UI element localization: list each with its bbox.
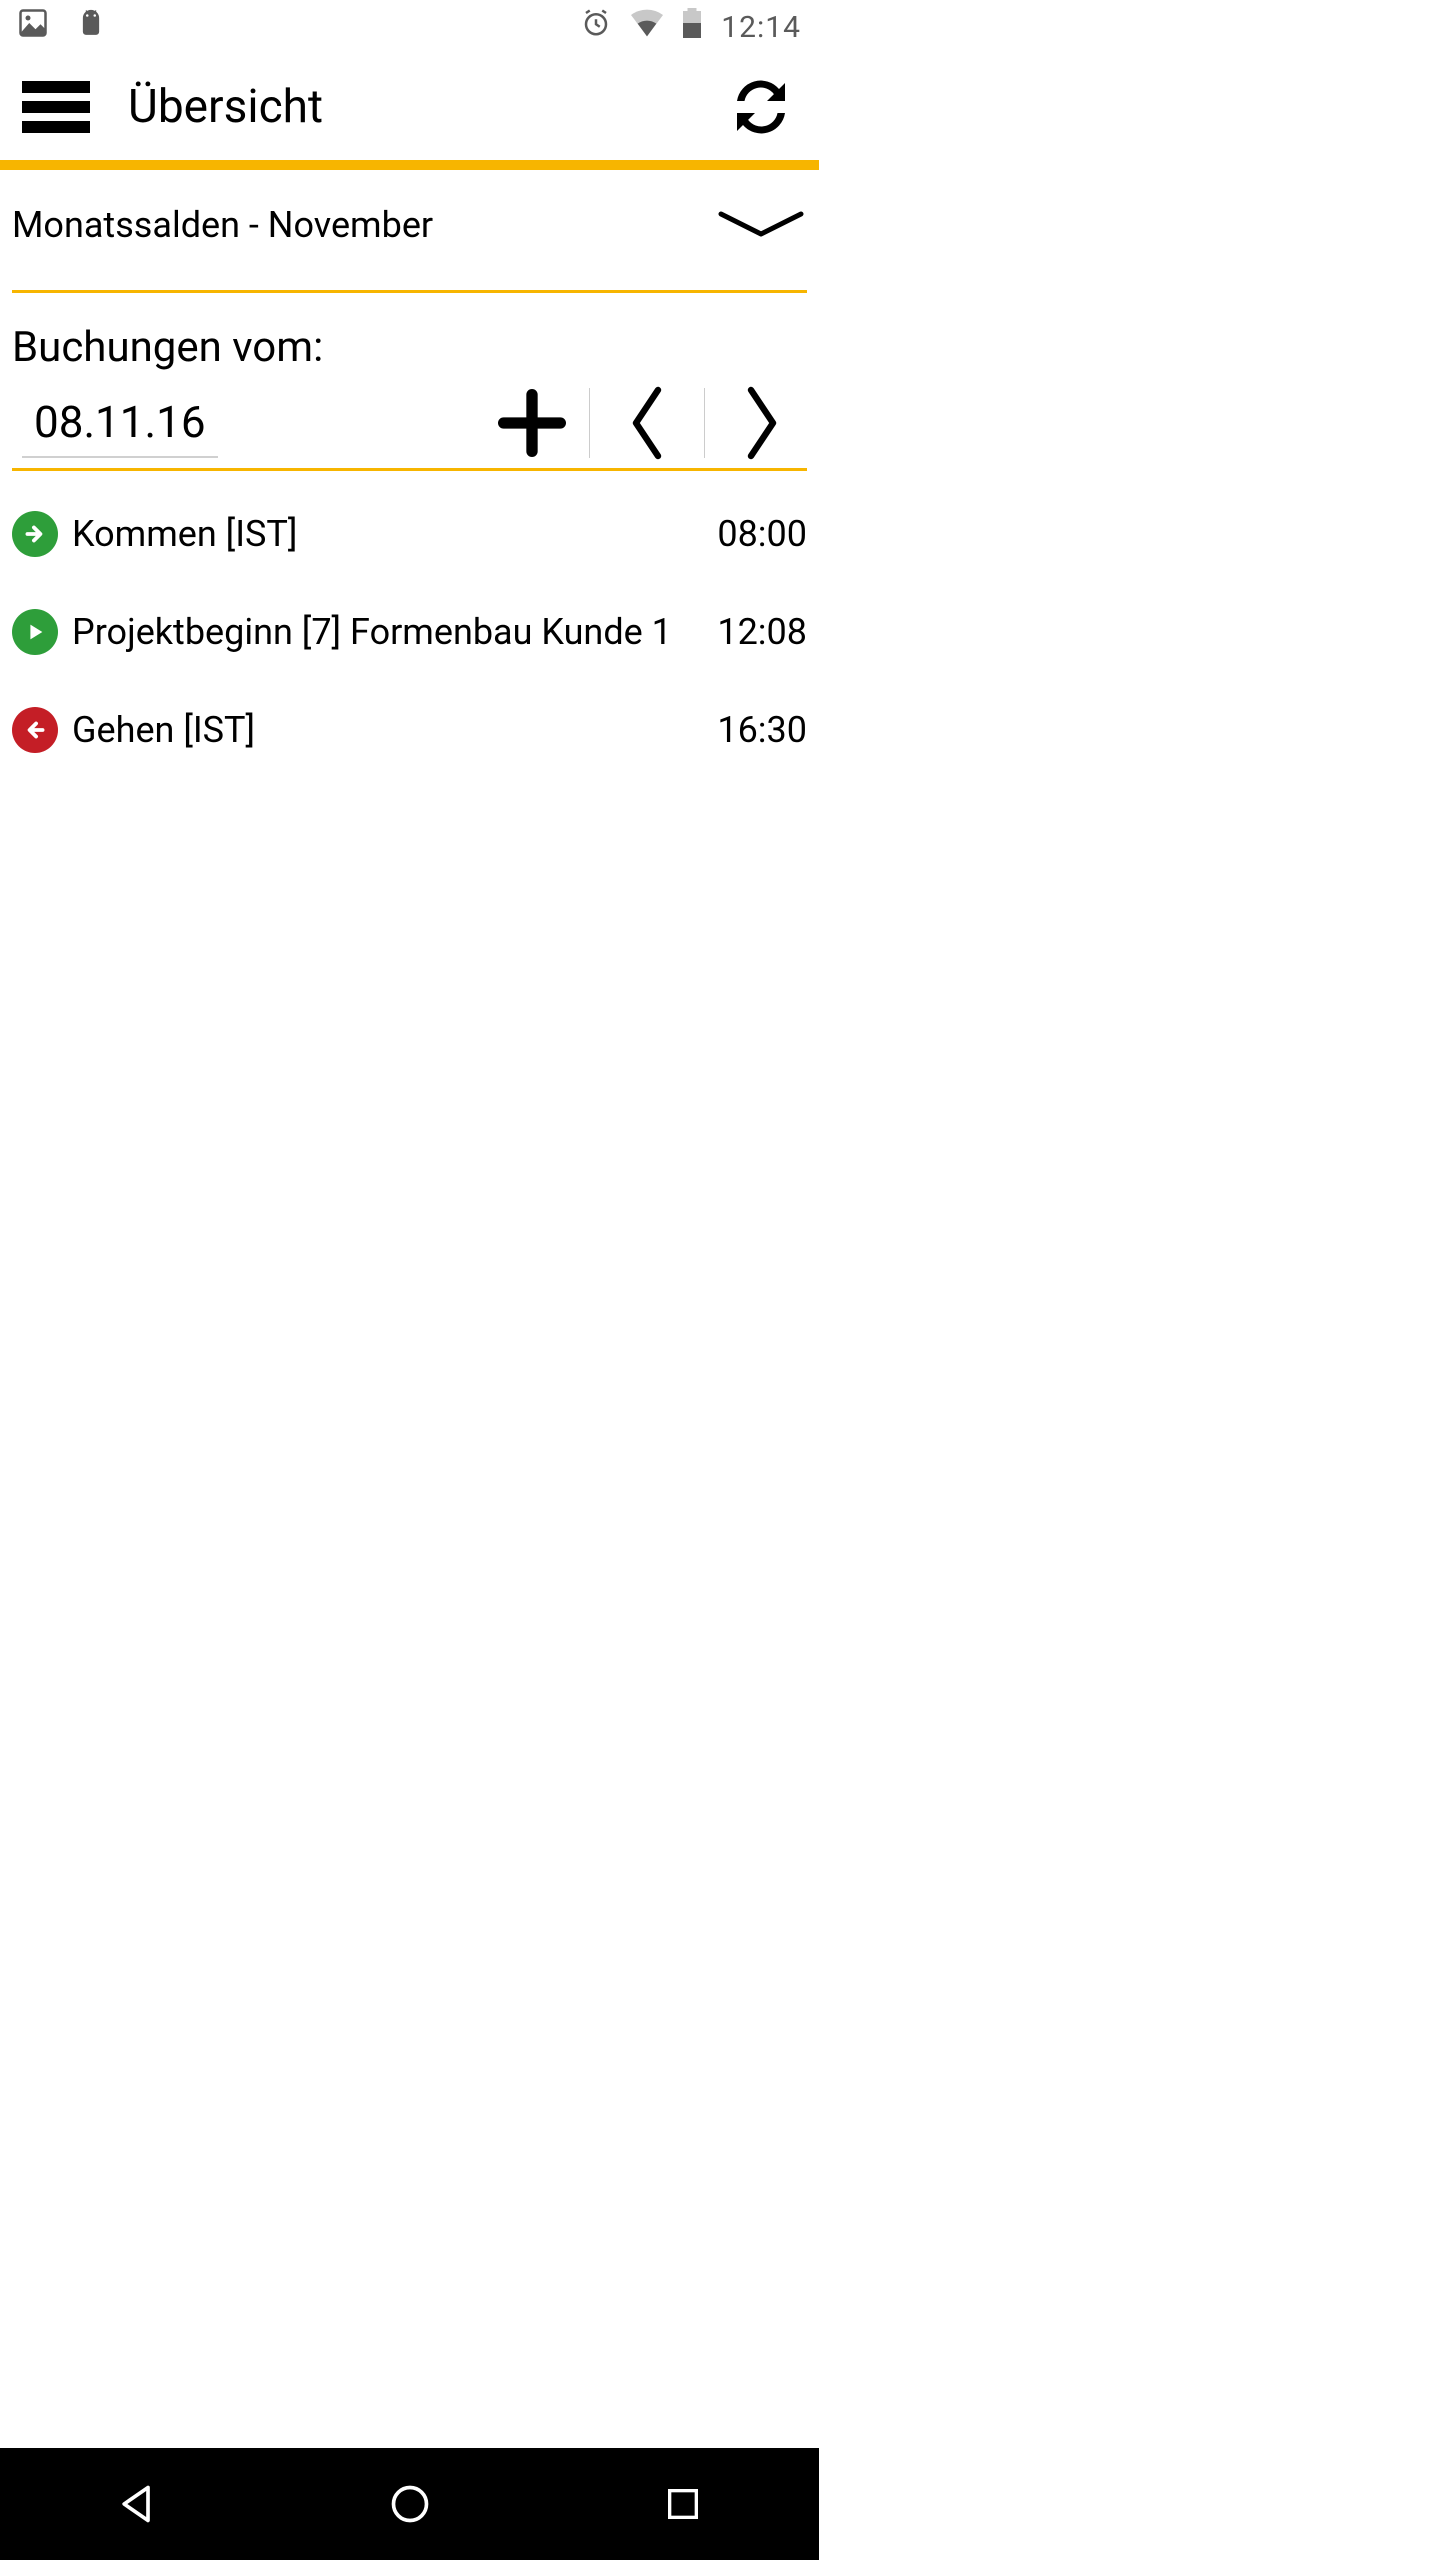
entry-label: Projektbeginn [7] Formenbau Kunde 1 [72,611,717,653]
menu-icon[interactable] [22,81,90,133]
refresh-icon[interactable] [725,71,797,143]
status-bar: 12:14 [0,0,819,54]
alarm-icon [581,8,611,46]
next-day-button[interactable] [717,378,807,468]
battery-icon [683,8,701,46]
arrow-right-icon [12,511,58,557]
bookings-label: Buchungen vom: [12,323,807,372]
wifi-icon [631,9,663,45]
add-booking-button[interactable] [487,378,577,468]
entry-time: 16:30 [717,709,807,751]
bookings-header: Buchungen vom: 08.11.16 [12,293,807,471]
status-time: 12:14 [721,10,801,45]
status-left [18,8,106,46]
android-nav-bar [0,2448,819,2560]
chevron-down-icon[interactable] [715,210,807,240]
recent-apps-button[interactable] [655,2476,711,2532]
status-right: 12:14 [581,8,801,46]
date-row: 08.11.16 [12,378,807,468]
android-icon [76,8,106,46]
arrow-left-icon [12,707,58,753]
entry-row[interactable]: Kommen [IST] 08:00 [12,485,807,583]
entry-time: 12:08 [717,611,807,653]
app-bar: Übersicht [0,54,819,170]
play-icon [12,609,58,655]
entry-time: 08:00 [717,513,807,555]
separator [704,388,705,458]
content-area: Monatssalden - November Buchungen vom: 0… [0,170,819,779]
entry-row[interactable]: Projektbeginn [7] Formenbau Kunde 1 12:0… [12,583,807,681]
prev-day-button[interactable] [602,378,692,468]
page-title: Übersicht [128,80,725,134]
separator [589,388,590,458]
entry-label: Kommen [IST] [72,513,717,555]
entry-label: Gehen [IST] [72,709,717,751]
back-button[interactable] [109,2476,165,2532]
entries-list: Kommen [IST] 08:00 Projektbeginn [7] For… [12,471,807,779]
monthly-balance-label: Monatssalden - November [12,204,433,246]
date-field[interactable]: 08.11.16 [22,388,218,458]
entry-row[interactable]: Gehen [IST] 16:30 [12,681,807,779]
image-icon [18,8,48,46]
home-button[interactable] [382,2476,438,2532]
monthly-balance-row[interactable]: Monatssalden - November [12,170,807,293]
